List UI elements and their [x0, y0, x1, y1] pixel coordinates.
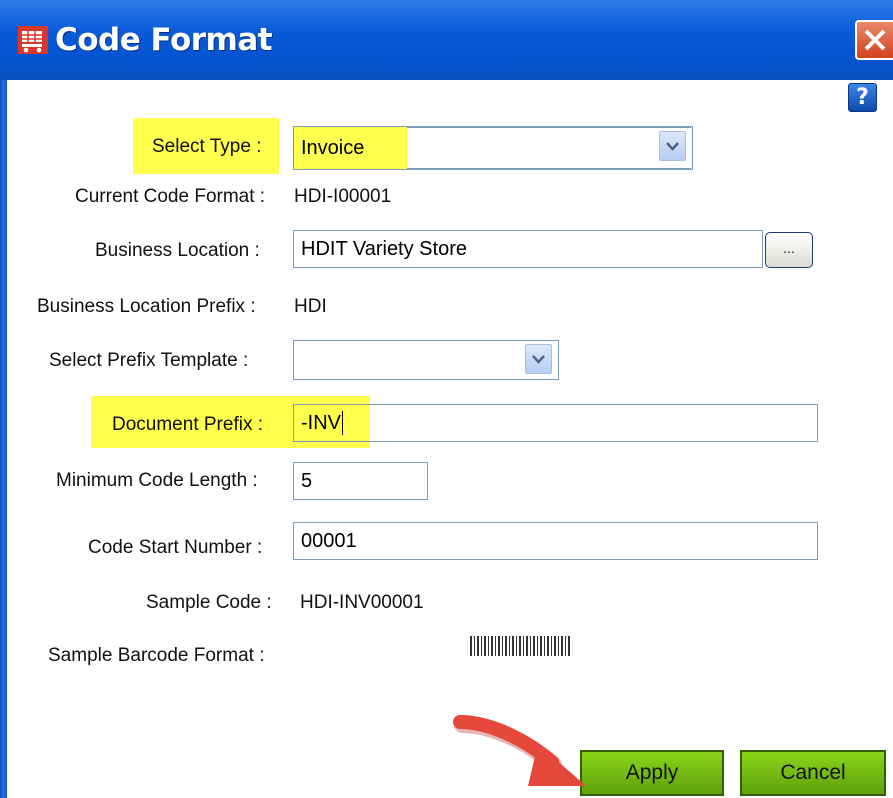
shopping-cart-icon: [18, 26, 48, 54]
help-button[interactable]: ?: [848, 83, 877, 112]
close-button[interactable]: [855, 20, 893, 60]
business-location-prefix-label: Business Location Prefix :: [37, 296, 256, 317]
business-location-field[interactable]: HDIT Variety Store: [293, 230, 763, 268]
chevron-down-icon: [666, 142, 679, 151]
document-prefix-label: Document Prefix :: [112, 414, 263, 435]
window-frame-left: [0, 80, 7, 798]
document-prefix-value: -INV: [301, 411, 341, 434]
code-start-number-value: 00001: [301, 529, 357, 552]
chevron-down-icon: [532, 355, 545, 364]
apply-button[interactable]: Apply: [580, 750, 724, 796]
select-type-dropdown-button[interactable]: [659, 131, 686, 161]
code-start-number-input[interactable]: 00001: [293, 522, 818, 560]
select-prefix-template-dropdown-button[interactable]: [525, 344, 552, 374]
business-location-browse-button[interactable]: ...: [765, 232, 813, 268]
minimum-code-length-value: 5: [301, 469, 313, 492]
business-location-value: HDIT Variety Store: [301, 237, 467, 260]
select-prefix-template-label: Select Prefix Template :: [49, 350, 249, 371]
sample-barcode-format-label: Sample Barcode Format :: [48, 645, 265, 666]
business-location-label: Business Location :: [95, 240, 260, 261]
current-code-format-value: HDI-I00001: [294, 186, 392, 207]
select-prefix-template-dropdown[interactable]: [293, 340, 559, 380]
sample-code-value: HDI-INV00001: [300, 592, 424, 613]
select-type-dropdown-blank: [407, 127, 691, 169]
barcode-image: [470, 636, 570, 656]
sample-code-label: Sample Code :: [146, 592, 272, 613]
select-type-label: Select Type :: [152, 136, 262, 157]
close-icon: [864, 29, 886, 51]
select-type-value: Invoice: [301, 136, 365, 159]
annotation-arrow-icon: [453, 715, 586, 786]
minimum-code-length-label: Minimum Code Length :: [56, 470, 258, 491]
business-location-prefix-value: HDI: [294, 296, 327, 317]
cancel-button[interactable]: Cancel: [740, 750, 886, 796]
title-bar[interactable]: Code Format: [0, 0, 893, 80]
minimum-code-length-input[interactable]: 5: [293, 462, 428, 500]
code-format-dialog: Code Format ? Select Type : Invoice Curr…: [0, 0, 893, 798]
document-prefix-input[interactable]: -INV: [293, 404, 818, 442]
text-cursor: [342, 411, 343, 435]
window-title: Code Format: [55, 22, 273, 58]
code-start-number-label: Code Start Number :: [88, 537, 263, 558]
current-code-format-label: Current Code Format :: [75, 186, 266, 207]
